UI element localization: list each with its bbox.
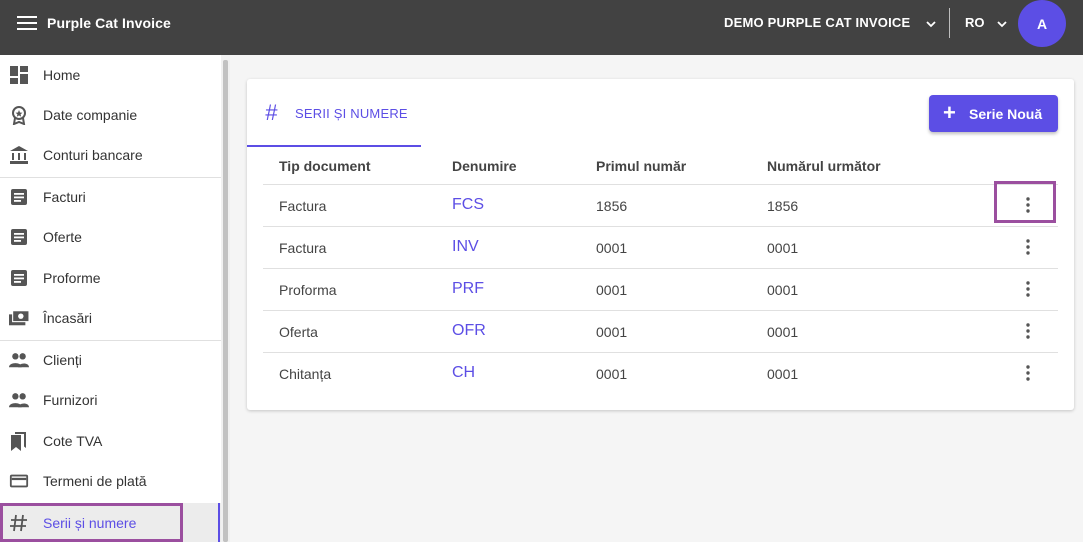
sidebar-item-label: Încasări xyxy=(43,310,93,326)
cell-tip-document: Factura xyxy=(279,240,327,256)
cell-denumire-link[interactable]: OFR xyxy=(452,322,486,340)
cell-denumire-link[interactable]: FCS xyxy=(452,196,484,214)
cash-icon xyxy=(9,308,29,328)
table-row[interactable]: Chitanța CH 0001 0001 xyxy=(263,352,1058,394)
sidebar-item-conturi-bancare[interactable]: Conturi bancare xyxy=(0,135,221,175)
app-title: Purple Cat Invoice xyxy=(47,15,171,31)
scrollbar-thumb[interactable] xyxy=(223,60,228,542)
sidebar-item-label: Home xyxy=(43,67,81,83)
sidebar-item-furnizori[interactable]: Furnizori xyxy=(0,380,221,420)
cell-numarul-urmator: 1856 xyxy=(767,198,799,214)
sidebar-item-termeni-de-plata[interactable]: Termeni de plată xyxy=(0,461,221,501)
sidebar-item-label: Termeni de plată xyxy=(43,473,147,489)
document-icon xyxy=(9,227,29,247)
tab-serii-si-numere[interactable]: # SERII ȘI NUMERE xyxy=(247,95,421,147)
cell-primul-numar: 0001 xyxy=(596,366,628,382)
sidebar-item-label: Furnizori xyxy=(43,392,98,408)
table-row[interactable]: Factura INV 0001 0001 xyxy=(263,226,1058,268)
bank-icon xyxy=(9,145,29,165)
award-icon xyxy=(9,105,29,125)
sidebar-item-label: Conturi bancare xyxy=(43,147,143,163)
cell-denumire-link[interactable]: PRF xyxy=(452,280,484,298)
table-row[interactable]: Proforma PRF 0001 0001 xyxy=(263,268,1058,310)
credit-card-icon xyxy=(9,471,29,491)
active-indicator xyxy=(218,503,220,542)
sidebar-item-label: Oferte xyxy=(43,229,82,245)
document-icon xyxy=(9,187,29,207)
cell-primul-numar: 0001 xyxy=(596,282,628,298)
cell-tip-document: Oferta xyxy=(279,324,318,340)
cell-primul-numar: 0001 xyxy=(596,240,628,256)
sidebar-item-proforme[interactable]: Proforme xyxy=(0,258,221,298)
cell-primul-numar: 1856 xyxy=(596,198,628,214)
chevron-down-icon[interactable] xyxy=(996,18,1008,30)
column-header: Denumire xyxy=(452,158,517,174)
sidebar-item-label: Proforme xyxy=(43,270,101,286)
chevron-down-icon[interactable] xyxy=(925,18,937,30)
sidebar-item-incasari[interactable]: Încasări xyxy=(0,298,221,338)
document-icon xyxy=(9,268,29,288)
top-app-bar: Purple Cat Invoice DEMO PURPLE CAT INVOI… xyxy=(0,0,1083,55)
cell-numarul-urmator: 0001 xyxy=(767,324,799,340)
cell-primul-numar: 0001 xyxy=(596,324,628,340)
cell-denumire-link[interactable]: INV xyxy=(452,238,479,256)
sidebar-item-serii-si-numere[interactable]: Serii și numere xyxy=(0,503,221,542)
more-vert-icon[interactable] xyxy=(1018,195,1038,215)
sidebar-item-label: Serii și numere xyxy=(43,514,137,531)
sidebar-item-cote-tva[interactable]: Cote TVA xyxy=(0,421,221,461)
cell-tip-document: Proforma xyxy=(279,282,337,298)
column-header: Primul număr xyxy=(596,158,687,174)
tab-indicator xyxy=(247,145,421,147)
sidebar-item-facturi[interactable]: Facturi xyxy=(0,177,221,217)
new-series-label: Serie Nouă xyxy=(969,106,1043,122)
cell-tip-document: Factura xyxy=(279,198,327,214)
tab-label: SERII ȘI NUMERE xyxy=(295,106,408,121)
cell-numarul-urmator: 0001 xyxy=(767,282,799,298)
sidebar-item-clienti[interactable]: Clienți xyxy=(0,340,221,380)
sidebar-item-label: Date companie xyxy=(43,107,138,123)
hash-icon xyxy=(9,513,29,533)
hash-icon: # xyxy=(265,100,278,125)
column-header: Tip document xyxy=(279,158,371,174)
menu-icon[interactable] xyxy=(17,16,37,30)
more-vert-icon[interactable] xyxy=(1018,279,1038,299)
cell-tip-document: Chitanța xyxy=(279,366,332,382)
cell-denumire-link[interactable]: CH xyxy=(452,364,475,382)
sidebar-item-oferte[interactable]: Oferte xyxy=(0,217,221,257)
sidebar-item-label: Cote TVA xyxy=(43,433,103,449)
sidebar-item-label: Clienți xyxy=(43,352,82,368)
sidebar: Home Date companie Conturi bancare Factu… xyxy=(0,55,221,542)
sidebar-item-label: Facturi xyxy=(43,189,86,205)
column-header: Numărul următor xyxy=(767,158,881,174)
sidebar-item-home[interactable]: Home xyxy=(0,55,221,95)
bookmarks-icon xyxy=(9,431,29,451)
company-selector[interactable]: DEMO PURPLE CAT INVOICE xyxy=(724,15,910,30)
language-selector[interactable]: RO xyxy=(965,15,985,30)
series-card: # SERII ȘI NUMERE + Serie Nouă Tip docum… xyxy=(247,79,1074,410)
sidebar-item-date-companie[interactable]: Date companie xyxy=(0,95,221,135)
dashboard-icon xyxy=(9,65,29,85)
more-vert-icon[interactable] xyxy=(1018,237,1038,257)
cell-numarul-urmator: 0001 xyxy=(767,366,799,382)
more-vert-icon[interactable] xyxy=(1018,321,1038,341)
more-vert-icon[interactable] xyxy=(1018,363,1038,383)
people-icon xyxy=(9,390,29,410)
avatar[interactable]: A xyxy=(1018,0,1066,47)
divider xyxy=(949,8,950,38)
cell-numarul-urmator: 0001 xyxy=(767,240,799,256)
plus-icon: + xyxy=(943,100,956,125)
people-icon xyxy=(9,350,29,370)
table-row[interactable]: Oferta OFR 0001 0001 xyxy=(263,310,1058,352)
new-series-button[interactable]: + Serie Nouă xyxy=(929,95,1058,132)
table-row[interactable]: Factura FCS 1856 1856 xyxy=(263,184,1058,226)
